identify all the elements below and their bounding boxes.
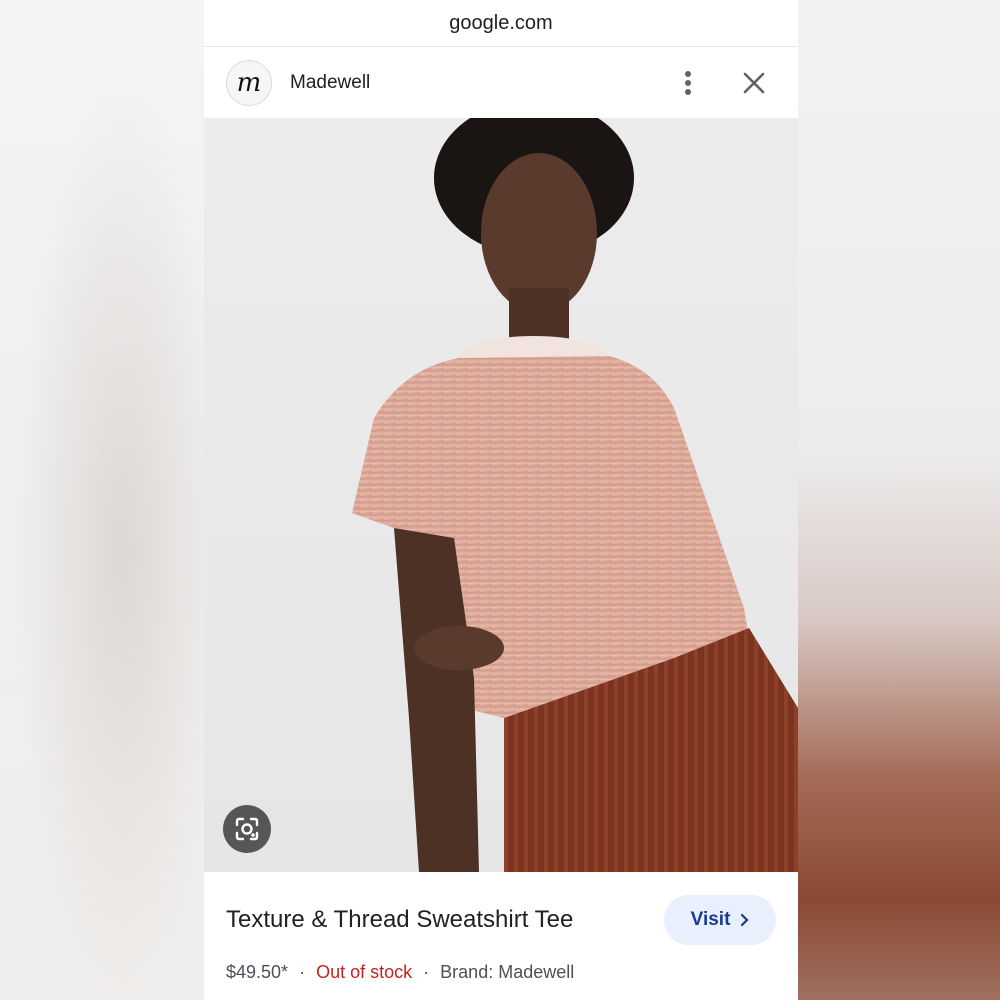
more-options-button[interactable] bbox=[666, 61, 710, 105]
model-photo bbox=[352, 118, 798, 872]
separator: · bbox=[423, 962, 430, 982]
brand-label: Brand: Madewell bbox=[440, 962, 575, 982]
google-lens-button[interactable] bbox=[223, 805, 271, 853]
stock-status: Out of stock bbox=[316, 962, 413, 982]
visit-button[interactable]: Visit bbox=[664, 895, 776, 945]
blurred-backdrop-left bbox=[0, 0, 204, 1000]
close-icon bbox=[743, 72, 765, 93]
close-button[interactable] bbox=[732, 61, 776, 105]
brand-logo: m bbox=[226, 59, 272, 106]
separator: · bbox=[299, 962, 306, 982]
visit-label: Visit bbox=[690, 909, 731, 930]
product-image[interactable] bbox=[204, 118, 798, 872]
product-meta: $49.50* · Out of stock · Brand: Madewell bbox=[226, 962, 776, 983]
chevron-right-icon bbox=[741, 913, 749, 927]
source-header: m Madewell bbox=[204, 47, 798, 118]
product-title[interactable]: Texture & Thread Sweatshirt Tee bbox=[226, 906, 573, 934]
brand-name[interactable]: Madewell bbox=[290, 72, 666, 94]
product-info: Texture & Thread Sweatshirt Tee Visit $4… bbox=[204, 872, 798, 983]
image-preview-panel: google.com m Madewell Texture & Thread S… bbox=[204, 0, 798, 1000]
blurred-backdrop-right bbox=[798, 0, 1000, 1000]
price: $49.50* bbox=[226, 962, 289, 982]
url-text: google.com bbox=[449, 11, 553, 34]
lens-icon bbox=[235, 817, 259, 841]
more-vert-icon bbox=[685, 70, 691, 95]
url-bar[interactable]: google.com bbox=[204, 0, 798, 47]
